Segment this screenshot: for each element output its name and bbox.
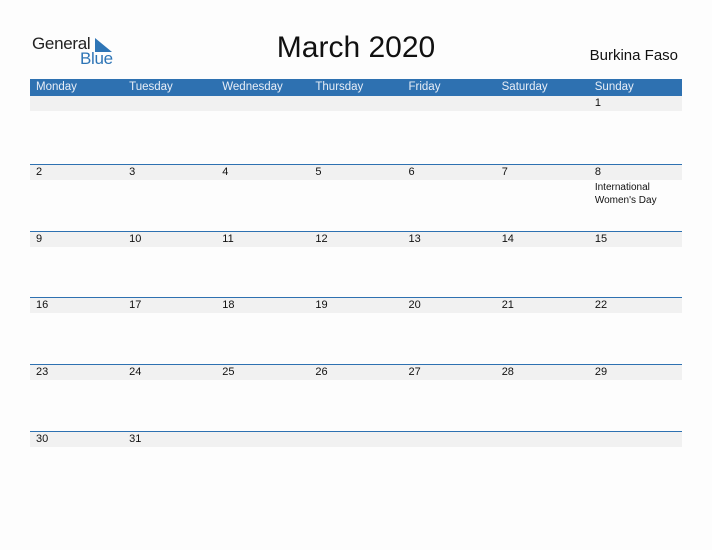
day-number: 18	[222, 299, 235, 311]
day-number: 13	[408, 233, 421, 245]
weekday-monday: Monday	[36, 81, 77, 93]
weekday-thursday: Thursday	[315, 81, 364, 93]
day-number: 9	[36, 233, 43, 245]
day-number: 27	[408, 366, 421, 378]
day-number: 3	[129, 166, 136, 178]
day-number: 29	[594, 366, 608, 378]
day-number: 16	[36, 299, 49, 311]
weekday-friday: Friday	[408, 81, 441, 93]
week-band	[30, 96, 682, 111]
day-number: 23	[36, 366, 49, 378]
week-divider	[30, 364, 682, 365]
day-number: 5	[315, 166, 322, 178]
weekday-wednesday: Wednesday	[222, 81, 283, 93]
country-name: Burkina Faso	[589, 47, 678, 64]
weekday-sunday: Sunday	[594, 81, 634, 93]
weekday-saturday: Saturday	[501, 81, 548, 93]
day-number: 26	[315, 366, 328, 378]
week-band	[30, 165, 682, 180]
day-number: 7	[501, 166, 508, 178]
day-number: 21	[501, 299, 514, 311]
week-band	[30, 232, 682, 247]
day-number: 15	[594, 233, 608, 245]
day-number: 28	[501, 366, 514, 378]
day-number: 4	[222, 166, 229, 178]
day-number: 31	[129, 433, 142, 445]
day-number: 24	[129, 366, 142, 378]
day-number: 12	[315, 233, 328, 245]
day-number: 14	[501, 233, 514, 245]
holiday-event: International Women's Day	[594, 182, 657, 206]
week-divider	[30, 431, 682, 432]
day-number: 22	[594, 299, 608, 311]
day-number: 10	[129, 233, 142, 245]
week-divider	[30, 164, 682, 165]
day-number: 30	[36, 433, 49, 445]
week-band	[30, 365, 682, 380]
day-number: 2	[36, 166, 43, 178]
weekday-header: Monday Tuesday Wednesday Thursday Friday…	[30, 79, 682, 96]
weekday-tuesday: Tuesday	[129, 81, 173, 93]
day-number: 20	[408, 299, 421, 311]
day-number: 8	[594, 166, 601, 178]
day-number: 17	[129, 299, 142, 311]
day-number: 6	[408, 166, 415, 178]
day-number: 19	[315, 299, 328, 311]
week-band	[30, 298, 682, 313]
week-divider	[30, 297, 682, 298]
day-number: 1	[594, 97, 601, 109]
day-number: 25	[222, 366, 235, 378]
week-divider	[30, 231, 682, 232]
day-number: 11	[222, 233, 234, 245]
week-band	[30, 432, 682, 447]
